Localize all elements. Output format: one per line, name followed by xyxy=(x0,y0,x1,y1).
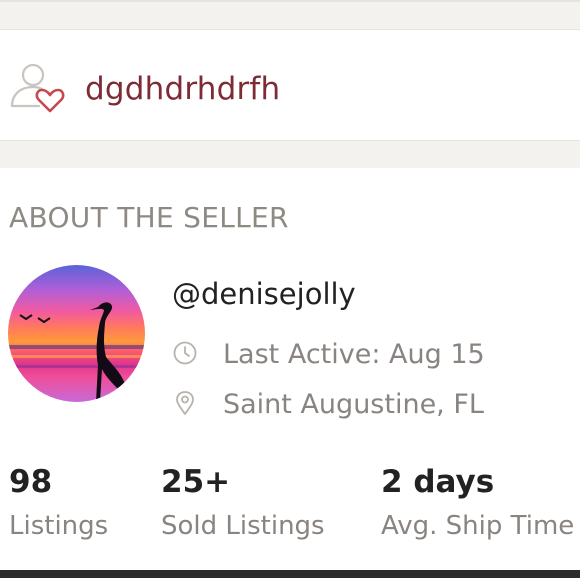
about-seller-heading: ABOUT THE SELLER xyxy=(9,201,289,234)
top-divider-strip xyxy=(0,0,580,30)
sold-listings-count: 25+ xyxy=(161,464,231,500)
clock-icon xyxy=(172,340,198,366)
section-divider-strip xyxy=(0,141,580,168)
listings-label: Listings xyxy=(9,511,109,541)
seller-page: dgdhdrhdrfh ABOUT THE SELLER @denisejoll… xyxy=(0,0,580,578)
listings-count: 98 xyxy=(9,464,53,500)
likes-row[interactable]: dgdhdrhdrfh xyxy=(0,31,580,141)
seller-username[interactable]: @denisejolly xyxy=(172,275,356,313)
user-heart-icon xyxy=(9,60,65,114)
likes-text[interactable]: dgdhdrhdrfh xyxy=(85,69,280,109)
ship-time-value: 2 days xyxy=(381,464,495,500)
ship-time-label: Avg. Ship Time xyxy=(381,511,575,541)
location-pin-icon xyxy=(172,390,198,416)
sold-listings-label: Sold Listings xyxy=(161,511,325,541)
location-text: Saint Augustine, FL xyxy=(223,389,484,420)
bottom-bar xyxy=(0,570,580,578)
last-active-text: Last Active: Aug 15 xyxy=(223,339,485,370)
avatar[interactable] xyxy=(8,265,145,402)
